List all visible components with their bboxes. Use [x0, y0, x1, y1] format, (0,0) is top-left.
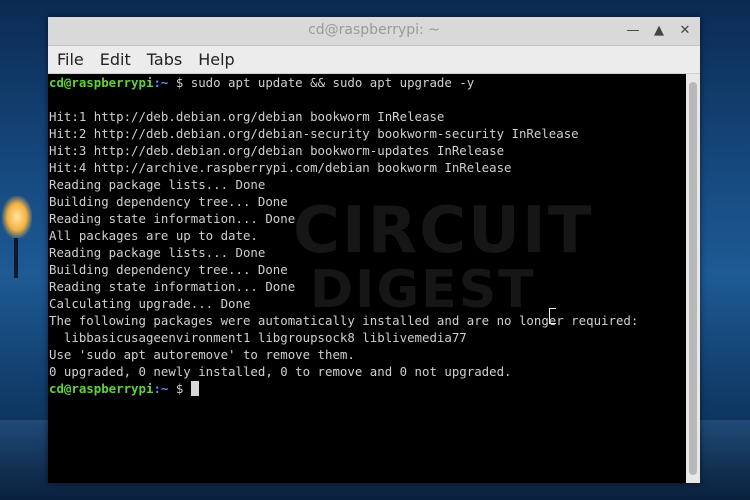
- command-line: cd@raspberrypi:~ $ sudo apt update && su…: [49, 74, 474, 91]
- minimize-button[interactable]: —: [623, 21, 643, 41]
- watermark-circuit: CIRCUIT: [293, 194, 594, 268]
- terminal-output[interactable]: CIRCUIT DIGEST cd@raspberrypi:~ $ sudo a…: [48, 74, 686, 483]
- prompt-symbol: $: [168, 75, 191, 90]
- prompt-user: cd@raspberrypi: [49, 381, 154, 396]
- output-line: Hit:3 http://deb.debian.org/debian bookw…: [49, 143, 505, 158]
- menu-help[interactable]: Help: [191, 46, 241, 73]
- output-line: Hit:1 http://deb.debian.org/debian bookw…: [49, 109, 445, 124]
- command-text: sudo apt update && sudo apt upgrade -y: [190, 75, 475, 90]
- text-cursor: [190, 381, 199, 396]
- prompt-path: :~: [153, 75, 169, 90]
- output-line: Reading package lists... Done: [49, 177, 266, 192]
- mouse-ibeam-cursor-icon: [549, 308, 556, 324]
- output-line: Calculating upgrade... Done: [49, 296, 251, 311]
- output-line: Use 'sudo apt autoremove' to remove them…: [49, 347, 355, 362]
- output-line: Hit:4 http://archive.raspberrypi.com/deb…: [49, 160, 512, 175]
- menu-edit[interactable]: Edit: [93, 46, 138, 73]
- output-line: Building dependency tree... Done: [49, 262, 288, 277]
- maximize-button[interactable]: ▲: [649, 21, 669, 41]
- close-icon: ✕: [679, 23, 691, 38]
- window-title: cd@raspberrypi: ~: [308, 22, 440, 38]
- output-line: Building dependency tree... Done: [49, 194, 288, 209]
- menu-file[interactable]: File: [50, 46, 91, 73]
- output-line: Reading package lists... Done: [49, 245, 266, 260]
- watermark-digest: DIGEST: [310, 260, 536, 320]
- output-line: Reading state information... Done: [49, 279, 296, 294]
- terminal-window: cd@raspberrypi: ~ — ▲ ✕ File Edit Tabs Help…: [48, 17, 700, 483]
- prompt-path: :~: [153, 381, 169, 396]
- background-lantern-post: [14, 238, 18, 278]
- output-line: Hit:2 http://deb.debian.org/debian-secur…: [49, 126, 579, 141]
- close-button[interactable]: ✕: [675, 21, 695, 41]
- menu-tabs[interactable]: Tabs: [140, 46, 189, 73]
- menu-bar: File Edit Tabs Help: [48, 46, 700, 74]
- minimize-icon: —: [626, 23, 640, 38]
- prompt-user: cd@raspberrypi: [49, 75, 154, 90]
- vertical-scrollbar[interactable]: [686, 74, 700, 483]
- output-line: All packages are up to date.: [49, 228, 258, 243]
- output-line: libbasicusageenvironment1 libgroupsock8 …: [49, 330, 467, 345]
- prompt-symbol: $: [168, 381, 191, 396]
- maximize-icon: ▲: [654, 23, 664, 38]
- output-line: Reading state information... Done: [49, 211, 296, 226]
- background-lantern: [2, 196, 32, 238]
- title-bar[interactable]: cd@raspberrypi: ~ — ▲ ✕: [48, 17, 700, 46]
- scrollbar-thumb[interactable]: [689, 82, 697, 475]
- output-line: 0 upgraded, 0 newly installed, 0 to remo…: [49, 364, 512, 379]
- active-prompt-line[interactable]: cd@raspberrypi:~ $: [49, 380, 199, 397]
